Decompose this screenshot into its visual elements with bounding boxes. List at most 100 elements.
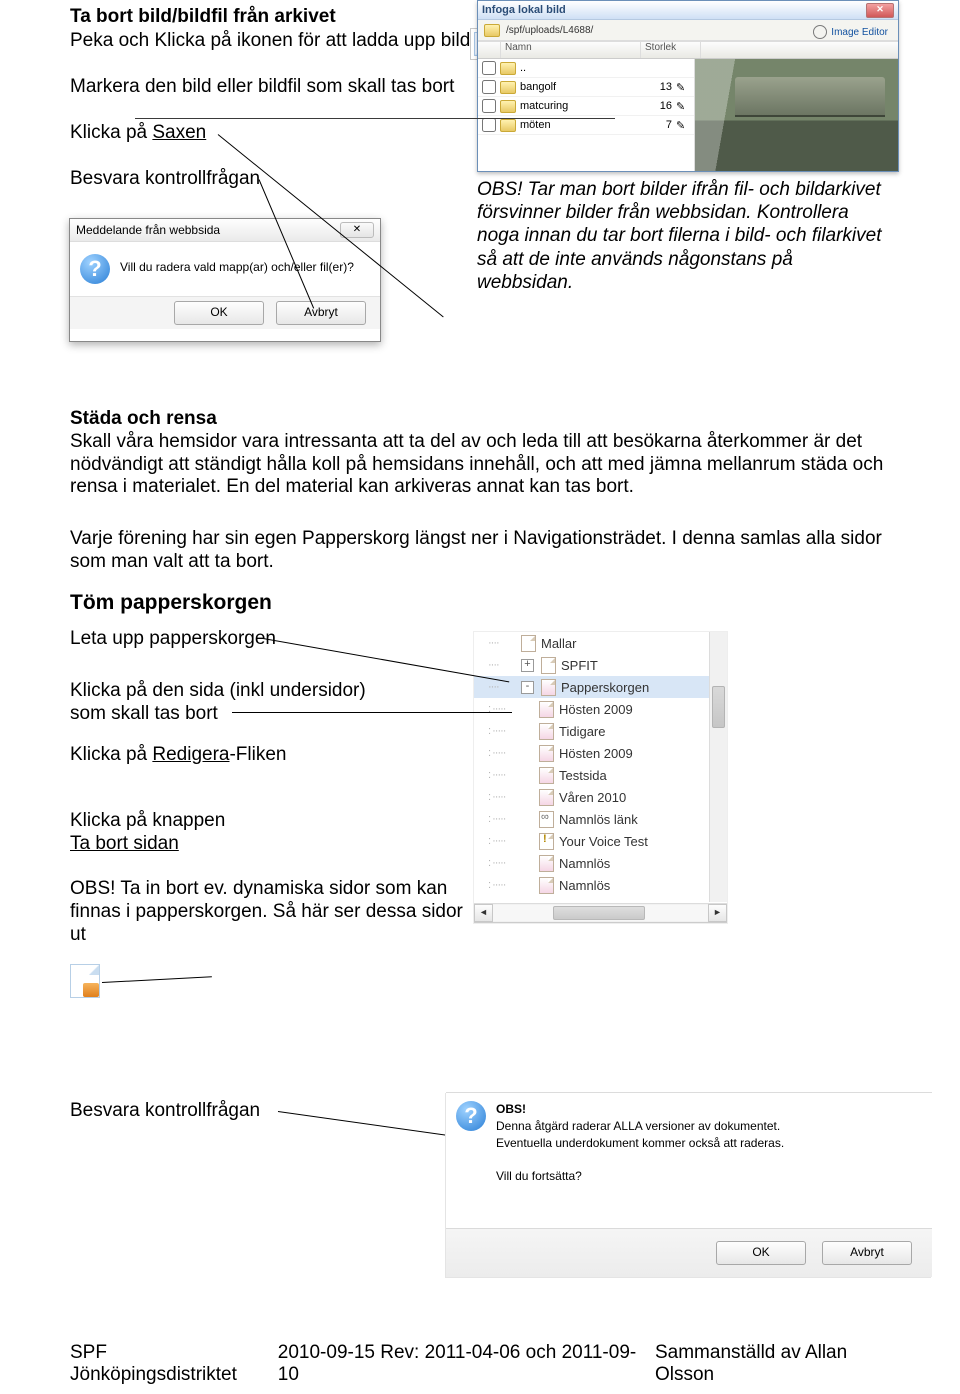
tree-item[interactable]: : ·····Hösten 2009 [474,742,727,764]
instr-besvara: Besvara kontrollfrågan [70,168,260,191]
page-icon [521,635,536,652]
horizontal-scrollbar[interactable]: ◄ ► [474,903,727,922]
tree-dots: : ····· [488,857,534,869]
tree-item-label: Hösten 2009 [559,746,633,761]
cancel-button[interactable]: Avbryt [276,301,366,325]
file-list[interactable]: .. bangolf 13 ✎ matcuring 16 ✎ [478,59,695,171]
tree-item-label: Your Voice Test [559,834,648,849]
tree-item-label: Namnlös [559,878,610,893]
pencil-icon[interactable]: ✎ [676,119,688,131]
page-icon [539,701,554,718]
tree-item[interactable]: : ·····Våren 2010 [474,786,727,808]
obs-note: OBS! Tar man bort bilder ifrån fil- och … [477,178,885,294]
confirm-delete-dialog: Meddelande från webbsida ✕ ? Vill du rad… [69,218,381,342]
tree-item[interactable]: : ····· Namnlös [474,852,727,874]
expand-icon[interactable]: + [521,659,534,672]
page-footer: SPF Jönköpingsdistriktet 2010-09-15 Rev:… [70,1342,910,1386]
scroll-right-button[interactable]: ► [708,904,727,922]
para-papperskorg: Varje förening har sin egen Papperskorg … [70,528,890,574]
page-icon [539,723,554,740]
connector-line [102,976,212,983]
dynamic-page-icon [70,964,100,998]
tree-item[interactable]: : ····· Tidigare [474,720,727,742]
folder-icon [500,81,516,94]
image-preview [695,59,898,171]
tree-item-label: Namnlös [559,856,610,871]
tree-dots: ···· [488,681,516,693]
footer-right: Sammanställd av Allan Olsson [655,1342,910,1386]
warning-page-icon [539,833,554,850]
question-icon: ? [80,254,110,284]
heading-empty-trash: Töm papperskorgen [70,590,272,615]
tree-item-label: Testsida [559,768,607,783]
close-button[interactable]: ✕ [340,222,374,238]
tree-dots: : ····· [488,791,534,803]
instr-answer-confirm: Besvara kontrollfrågan [70,1100,260,1123]
connector-line [232,712,512,713]
window-title: Infoga lokal bild [482,4,566,16]
file-checkbox[interactable] [482,118,496,132]
image-editor-link[interactable]: Image Editor [809,24,892,40]
tree-dots: : ····· [488,725,534,737]
page-icon [539,877,554,894]
cancel-button[interactable]: Avbryt [822,1241,912,1265]
scroll-left-button[interactable]: ◄ [474,904,493,922]
page-icon [539,855,554,872]
footer-mid: 2010-09-15 Rev: 2011-04-06 och 2011-09-1… [278,1342,655,1386]
tree-item-label: Papperskorgen [561,680,649,695]
pencil-icon[interactable]: ✎ [676,100,688,112]
tree-item[interactable]: ····+SPFIT [474,654,727,676]
connector-line [135,118,615,119]
tree-item[interactable]: : ·····Namnlös länk [474,808,727,830]
dialog-title: Meddelande från webbsida [76,223,220,237]
tree-dots: ···· [488,659,516,671]
navigation-tree[interactable]: ····Mallar····+SPFIT····-Papperskorgen: … [474,632,727,923]
tree-item[interactable]: : ····· Your Voice Test [474,830,727,852]
folder-icon [500,100,516,113]
instr-find-trash: Leta upp papperskorgen [70,628,276,651]
ok-button[interactable]: OK [174,301,264,325]
tree-item[interactable]: ····Mallar [474,632,727,654]
dialog-question: Vill du fortsätta? [446,1165,932,1183]
collapse-icon[interactable]: - [521,681,534,694]
insert-local-image-window: Infoga lokal bild ✕ /spf/uploads/L4688/ … [477,0,899,172]
file-checkbox[interactable] [482,61,496,75]
folder-icon [484,24,500,37]
tree-item[interactable]: : ·····Testsida [474,764,727,786]
page-icon [539,767,554,784]
file-row[interactable]: matcuring 16 ✎ [478,97,694,116]
pencil-icon[interactable] [676,62,688,74]
instr-click-button: Klicka på knappenTa bort sidan [70,810,225,856]
file-checkbox[interactable] [482,80,496,94]
page-icon [541,657,556,674]
question-icon: ? [456,1101,486,1131]
file-row[interactable]: .. [478,59,694,78]
vertical-scrollbar[interactable] [709,632,727,902]
close-button[interactable]: ✕ [866,3,894,18]
path-field: /spf/uploads/L4688/ [506,25,593,36]
col-size-header: Storlek [641,42,701,58]
dialog-text: OBS! Denna åtgärd raderar ALLA versioner… [496,1101,784,1151]
tree-item[interactable]: ····- Papperskorgen [474,676,727,698]
file-checkbox[interactable] [482,99,496,113]
tree-dots: ···· [488,637,516,649]
pencil-icon[interactable]: ✎ [676,81,688,93]
confirm-delete-all-dialog: ? OBS! Denna åtgärd raderar ALLA version… [446,1092,932,1277]
tree-dots: : ····· [488,879,534,891]
folder-icon [500,119,516,132]
connector-line [263,638,509,682]
gear-icon [813,25,827,39]
page-icon [541,679,556,696]
link-page-icon [539,811,554,828]
instr-peka: Peka och Klicka på ikonen för att ladda … [70,30,470,53]
obs-dynamic-pages: OBS! Ta in bort ev. dynamiska sidor som … [70,878,470,946]
tree-item[interactable]: : ····· Namnlös [474,874,727,896]
instr-markera: Markera den bild eller bildfil som skall… [70,76,454,99]
instr-klicka-saxen: Klicka på Saxen [70,122,206,145]
tree-item[interactable]: : ·····Hösten 2009 [474,698,727,720]
tree-dots: : ····· [488,835,534,847]
file-row[interactable]: bangolf 13 ✎ [478,78,694,97]
ok-button[interactable]: OK [716,1241,806,1265]
tree-dots: : ····· [488,813,534,825]
tree-item-label: Tidigare [559,724,605,739]
